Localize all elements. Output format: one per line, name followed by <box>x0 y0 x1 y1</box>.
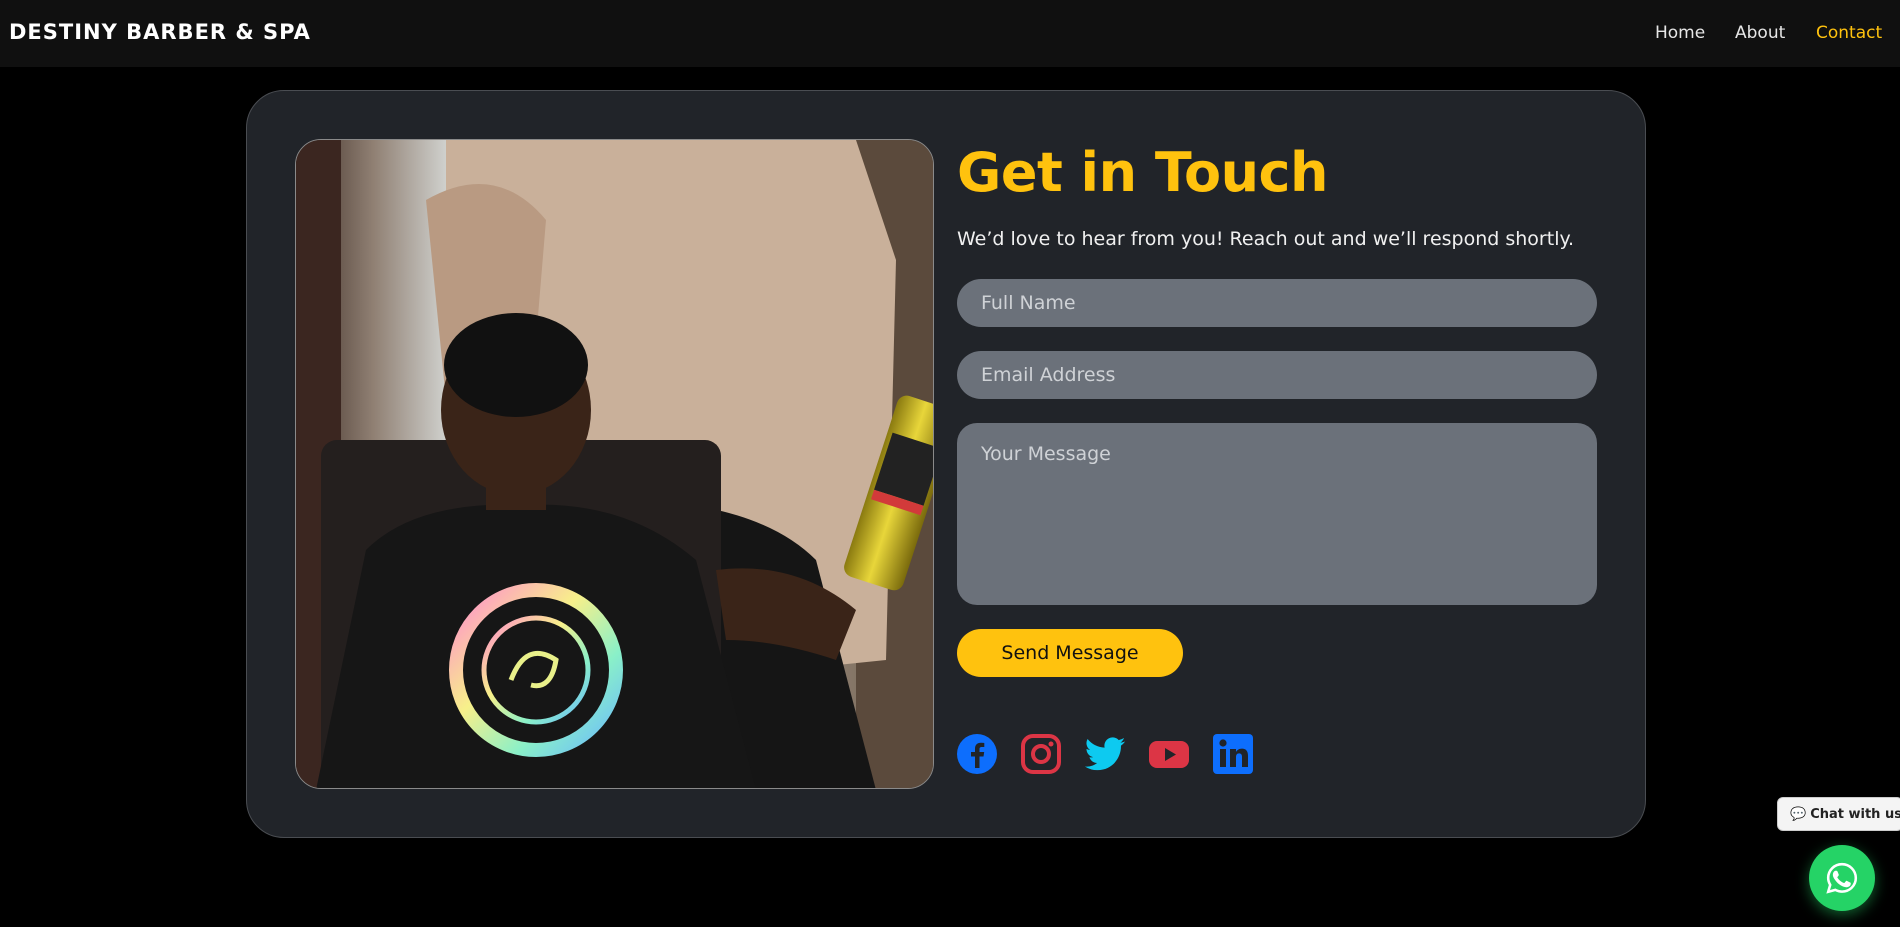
nav-home-link[interactable]: Home <box>1655 23 1705 43</box>
youtube-link[interactable] <box>1147 732 1191 776</box>
whatsapp-icon <box>1826 862 1858 894</box>
facebook-icon <box>957 734 997 774</box>
instagram-link[interactable] <box>1019 732 1063 776</box>
nav-about-link[interactable]: About <box>1735 23 1785 43</box>
page-subtitle: We’d love to hear from you! Reach out an… <box>957 228 1575 250</box>
linkedin-icon <box>1213 734 1253 774</box>
email-input[interactable] <box>957 351 1597 399</box>
message-textarea[interactable] <box>957 423 1597 605</box>
send-message-button[interactable]: Send Message <box>957 629 1183 677</box>
brand-logo[interactable]: DESTINY BARBER & SPA <box>9 20 311 44</box>
full-name-input[interactable] <box>957 279 1597 327</box>
chat-label: Chat with us <box>1810 806 1900 822</box>
instagram-icon <box>1021 734 1061 774</box>
youtube-icon <box>1149 741 1189 768</box>
twitter-icon <box>1084 737 1126 771</box>
linkedin-link[interactable] <box>1211 732 1255 776</box>
page-title: Get in Touch <box>957 141 1328 204</box>
chat-with-us-label[interactable]: 💬 Chat with us <box>1777 797 1900 831</box>
chat-icon: 💬 <box>1790 806 1807 822</box>
whatsapp-button[interactable] <box>1809 845 1875 911</box>
twitter-link[interactable] <box>1083 732 1127 776</box>
facebook-link[interactable] <box>955 732 999 776</box>
nav-contact-link[interactable]: Contact <box>1816 23 1882 43</box>
barber-photo <box>295 139 934 789</box>
navbar: DESTINY BARBER & SPA Home About Contact <box>0 0 1900 67</box>
